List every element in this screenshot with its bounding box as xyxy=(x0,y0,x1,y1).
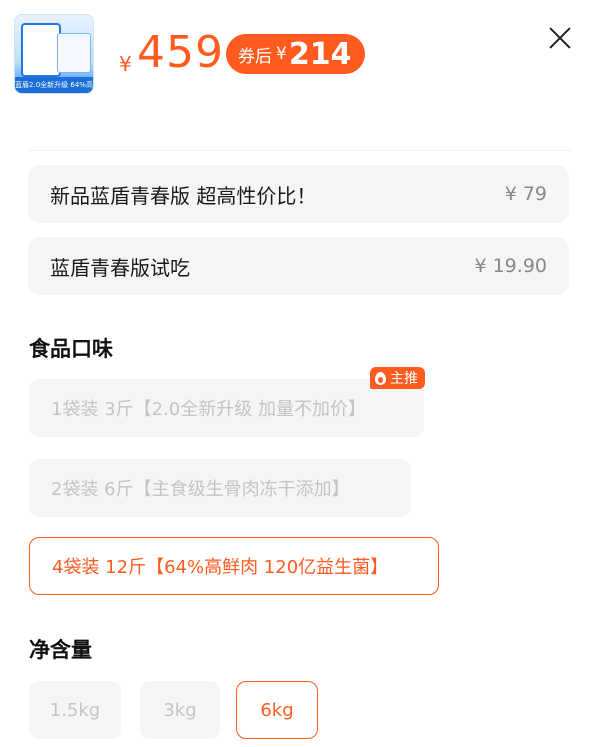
product-box-image xyxy=(57,33,91,73)
flavor-option-1[interactable]: 1袋装 3斤【2.0全新升级 加量不加价】 xyxy=(29,379,424,437)
flame-icon xyxy=(375,371,386,385)
header-divider xyxy=(28,150,572,151)
offer-price: ¥ 79 xyxy=(504,183,547,205)
weight-option-1-5kg[interactable]: 1.5kg xyxy=(29,681,121,739)
offer-price: ¥ 19.90 xyxy=(474,255,547,277)
coupon-currency: ¥ xyxy=(276,44,287,64)
recommended-badge-label: 主推 xyxy=(390,371,418,387)
coupon-value: 214 xyxy=(288,36,352,72)
price-value: 459 xyxy=(137,27,224,78)
thumbnail-caption: 蓝盾2.0全新升级 64%高鲜肉 xyxy=(15,77,93,93)
coupon-label: 券后 xyxy=(238,46,272,67)
close-icon[interactable] xyxy=(548,26,572,50)
price-currency: ¥ xyxy=(119,52,132,76)
offer-title: 蓝盾青春版试吃 xyxy=(50,255,190,280)
coupon-price-badge: 券后 ¥ 214 xyxy=(226,34,366,74)
recommended-badge: 主推 xyxy=(370,367,425,389)
product-bag-image xyxy=(21,23,61,77)
offer-row-youth-edition[interactable]: 新品蓝盾青春版 超高性价比！ ¥ 79 xyxy=(28,165,569,223)
flavor-option-2[interactable]: 2袋装 6斤【主食级生骨肉冻干添加】 xyxy=(29,459,411,517)
weight-option-3kg[interactable]: 3kg xyxy=(140,681,220,739)
flavor-option-3[interactable]: 4袋装 12斤【64%高鲜肉 120亿益生菌】 xyxy=(29,537,439,595)
flavor-section-title: 食品口味 xyxy=(29,337,113,361)
weight-section-title: 净含量 xyxy=(29,638,92,662)
offer-title: 新品蓝盾青春版 超高性价比！ xyxy=(50,183,317,208)
weight-option-6kg[interactable]: 6kg xyxy=(236,681,318,739)
offer-row-trial[interactable]: 蓝盾青春版试吃 ¥ 19.90 xyxy=(28,237,569,295)
product-thumbnail[interactable]: 蓝盾2.0全新升级 64%高鲜肉 xyxy=(14,14,94,94)
sku-header: 蓝盾2.0全新升级 64%高鲜肉 ¥ 459 券后 ¥ 214 xyxy=(0,0,600,150)
